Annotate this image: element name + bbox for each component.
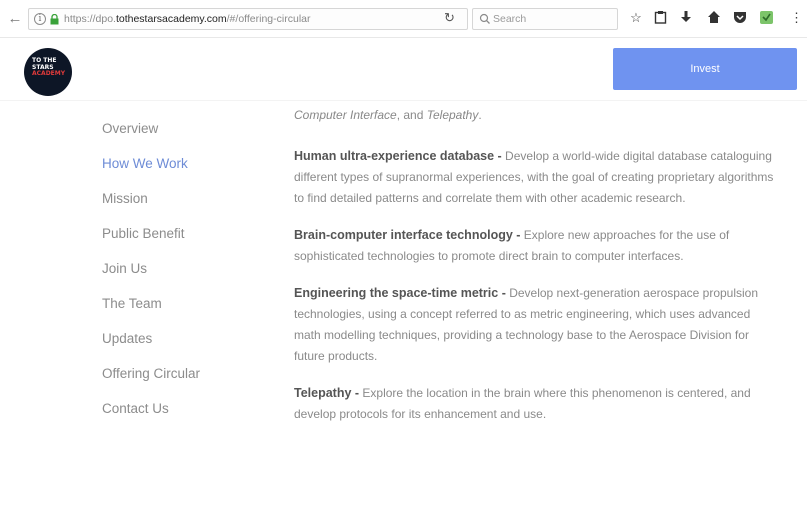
- section-title: Engineering the space-time metric -: [294, 286, 506, 300]
- sidebar-nav: Overview How We Work Mission Public Bene…: [102, 118, 262, 433]
- intro-line: Computer Interface, and Telepathy.: [294, 105, 774, 126]
- logo-line3: ACADEMY: [32, 70, 66, 77]
- intro-italic-2: Telepathy: [426, 108, 479, 122]
- sidebar-item-how-we-work[interactable]: How We Work: [102, 153, 262, 188]
- logo-text: TO THE STARS ACADEMY: [32, 57, 66, 78]
- header-divider: [0, 100, 807, 101]
- reload-icon[interactable]: ↻: [444, 10, 458, 26]
- section-title: Human ultra-experience database -: [294, 149, 502, 163]
- lock-icon: [50, 14, 59, 25]
- info-icon[interactable]: i: [34, 13, 46, 25]
- sidebar-item-offering-circular[interactable]: Offering Circular: [102, 363, 262, 398]
- sidebar-item-the-team[interactable]: The Team: [102, 293, 262, 328]
- browser-toolbar: ← i https://dpo.tothestarsacademy.com/#/…: [0, 0, 807, 38]
- search-placeholder: Search: [493, 13, 527, 25]
- intro-mid: , and: [396, 108, 427, 122]
- section-body: Explore the location in the brain where …: [294, 386, 751, 421]
- section-title: Brain-computer interface technology -: [294, 228, 521, 242]
- site-logo[interactable]: TO THE STARS ACADEMY: [24, 48, 72, 96]
- sidebar-item-public-benefit[interactable]: Public Benefit: [102, 223, 262, 258]
- section-paragraph: Engineering the space-time metric - Deve…: [294, 283, 774, 367]
- clipboard-icon[interactable]: [652, 10, 668, 26]
- section-paragraph: Human ultra-experience database - Develo…: [294, 146, 774, 209]
- intro-end: .: [478, 108, 482, 122]
- main-content: Computer Interface, and Telepathy. Human…: [294, 105, 774, 441]
- sidebar-item-join-us[interactable]: Join Us: [102, 258, 262, 293]
- download-icon[interactable]: [678, 10, 694, 26]
- search-icon: [479, 13, 490, 24]
- sidebar-item-mission[interactable]: Mission: [102, 188, 262, 223]
- back-arrow-icon[interactable]: ←: [6, 10, 24, 28]
- section-paragraph: Brain-computer interface technology - Ex…: [294, 225, 774, 267]
- intro-italic-1: Computer Interface: [294, 108, 397, 122]
- sidebar-item-contact-us[interactable]: Contact Us: [102, 398, 262, 433]
- section-title: Telepathy -: [294, 386, 360, 400]
- url-bar[interactable]: i https://dpo.tothestarsacademy.com/#/of…: [28, 8, 468, 30]
- url-prefix: https://dpo.: [64, 13, 116, 25]
- home-icon[interactable]: [706, 10, 722, 26]
- invest-button[interactable]: Invest: [613, 48, 797, 90]
- menu-icon[interactable]: ⋮: [790, 10, 803, 26]
- sidebar-item-updates[interactable]: Updates: [102, 328, 262, 363]
- section-paragraph: Telepathy - Explore the location in the …: [294, 383, 774, 425]
- url-text[interactable]: https://dpo.tothestarsacademy.com/#/offe…: [64, 13, 310, 25]
- url-domain: tothestarsacademy.com: [115, 13, 227, 25]
- bookmark-star-icon[interactable]: ☆: [628, 10, 644, 26]
- url-path: /#/offering-circular: [226, 13, 311, 25]
- search-input[interactable]: Search: [472, 8, 618, 30]
- extension-icon[interactable]: [758, 10, 774, 26]
- sidebar-item-overview[interactable]: Overview: [102, 118, 262, 153]
- pocket-icon[interactable]: [732, 10, 748, 26]
